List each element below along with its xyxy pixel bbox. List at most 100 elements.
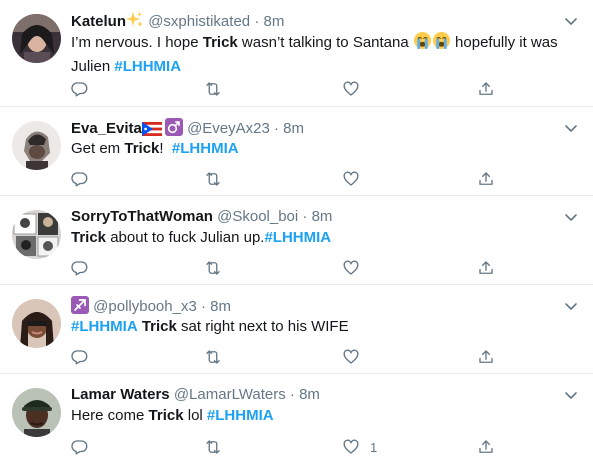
reply-button[interactable] — [71, 258, 99, 278]
tweet-actions — [71, 79, 511, 99]
like-button[interactable] — [342, 347, 370, 367]
chevron-down-icon[interactable] — [563, 209, 579, 225]
hashtag-link[interactable]: #LHHMIA — [172, 140, 239, 157]
user-handle[interactable]: @pollybooh_x3 — [93, 298, 197, 315]
retweet-button[interactable] — [204, 258, 232, 278]
tweet-text-segment: Here come — [71, 407, 149, 424]
tweet-text-segment: ! — [159, 140, 172, 157]
user-handle[interactable]: @Skool_boi — [217, 208, 298, 225]
retweet-icon — [204, 259, 222, 277]
avatar[interactable] — [12, 388, 61, 437]
hashtag-link[interactable]: #LHHMIA — [71, 318, 138, 335]
share-button[interactable] — [477, 258, 495, 278]
reply-button[interactable] — [71, 169, 99, 189]
retweet-button[interactable] — [204, 437, 232, 457]
user-handle[interactable]: @sxphistikated — [148, 13, 250, 30]
keyword: Trick — [141, 318, 177, 335]
reply-button[interactable] — [71, 347, 99, 367]
share-icon — [477, 80, 495, 98]
tweet-actions — [71, 258, 511, 278]
share-button[interactable] — [477, 79, 495, 99]
chevron-down-icon[interactable] — [563, 13, 579, 29]
tweet-header: Lamar Waters @LamarLWaters · 8m — [71, 385, 320, 405]
tweet-text: Trick about to fuck Julian up.#LHHMIA — [71, 227, 576, 248]
separator: · — [302, 208, 308, 225]
reply-icon — [71, 259, 89, 277]
like-icon — [342, 438, 360, 456]
tweet-header: SorryToThatWoman @Skool_boi · 8m — [71, 207, 332, 227]
retweet-button[interactable] — [204, 169, 232, 189]
tweet[interactable]: SorryToThatWoman @Skool_boi · 8m Trick a… — [0, 196, 593, 285]
reply-icon — [71, 348, 89, 366]
tweet[interactable]: Katelun @sxphistikated · 8m I’m nervous.… — [0, 0, 593, 107]
share-button[interactable] — [477, 437, 495, 457]
like-button[interactable] — [342, 79, 370, 99]
like-button[interactable] — [342, 169, 370, 189]
hashtag-link[interactable]: #LHHMIA — [207, 407, 274, 424]
like-count: 1 — [370, 439, 378, 455]
tweet-text: Get em Trick! #LHHMIA — [71, 138, 576, 159]
retweet-button[interactable] — [204, 79, 232, 99]
display-name[interactable]: SorryToThatWoman — [71, 208, 213, 225]
timestamp[interactable]: 8m — [263, 13, 284, 30]
hashtag-link[interactable]: #LHHMIA — [114, 58, 181, 75]
reply-button[interactable] — [71, 437, 99, 457]
retweet-button[interactable] — [204, 347, 232, 367]
avatar[interactable] — [12, 121, 61, 170]
chevron-down-icon[interactable] — [563, 298, 579, 314]
tweet-header: @pollybooh_x3 · 8m — [71, 296, 231, 316]
like-button[interactable]: 1 — [342, 437, 377, 457]
separator: · — [289, 386, 295, 403]
reply-icon — [71, 170, 89, 188]
hashtag-link[interactable]: #LHHMIA — [264, 229, 331, 246]
crying-face-icon — [432, 31, 451, 56]
display-name[interactable]: Lamar Waters — [71, 386, 170, 403]
timestamp[interactable]: 8m — [283, 120, 304, 137]
like-icon — [342, 80, 360, 98]
keyword: Trick — [71, 229, 107, 246]
tweet-feed: Katelun @sxphistikated · 8m I’m nervous.… — [0, 0, 593, 467]
tweet-text-segment: I’m nervous. I hope — [71, 34, 203, 51]
tweet-text-segment: sat right next to his WIFE — [176, 318, 349, 335]
retweet-icon — [204, 348, 222, 366]
tweet-header: Katelun @sxphistikated · 8m — [71, 11, 284, 31]
tweet[interactable]: Eva_Evita @EveyAx23 · 8m Get em Trick! #… — [0, 107, 593, 196]
share-icon — [477, 438, 495, 456]
separator: · — [200, 298, 206, 315]
crying-face-icon — [413, 31, 432, 56]
share-icon — [477, 259, 495, 277]
retweet-icon — [204, 170, 222, 188]
like-icon — [342, 259, 360, 277]
tweet-text-segment: lol — [183, 407, 207, 424]
user-handle[interactable]: @LamarLWaters — [174, 386, 286, 403]
display-name[interactable]: Eva_Evita — [71, 120, 142, 137]
share-icon — [477, 170, 495, 188]
tweet-text-segment: about to fuck Julian up. — [106, 229, 265, 246]
tweet-text: Here come Trick lol #LHHMIA — [71, 405, 576, 426]
timestamp[interactable]: 8m — [312, 208, 333, 225]
chevron-down-icon[interactable] — [563, 387, 579, 403]
share-button[interactable] — [477, 347, 495, 367]
keyword: Trick — [148, 407, 184, 424]
user-handle[interactable]: @EveyAx23 — [187, 120, 270, 137]
like-button[interactable] — [342, 258, 370, 278]
avatar[interactable] — [12, 299, 61, 348]
separator: · — [274, 120, 279, 137]
like-icon — [342, 348, 360, 366]
retweet-icon — [204, 80, 222, 98]
tweet[interactable]: @pollybooh_x3 · 8m #LHHMIA Trick sat rig… — [0, 285, 593, 374]
timestamp[interactable]: 8m — [210, 298, 231, 315]
tweet-text-segment: Get em — [71, 140, 125, 157]
timestamp[interactable]: 8m — [299, 386, 320, 403]
keyword: Trick — [202, 34, 238, 51]
reply-button[interactable] — [71, 79, 99, 99]
avatar[interactable] — [12, 210, 61, 259]
display-name[interactable]: Katelun — [71, 13, 126, 30]
avatar[interactable] — [12, 14, 61, 63]
tweet-text-segment: wasn’t talking to Santana — [237, 34, 413, 51]
reply-icon — [71, 438, 89, 456]
chevron-down-icon[interactable] — [563, 120, 579, 136]
tweet[interactable]: Lamar Waters @LamarLWaters · 8m Here com… — [0, 374, 593, 467]
share-button[interactable] — [477, 169, 495, 189]
separator: · — [254, 13, 260, 30]
